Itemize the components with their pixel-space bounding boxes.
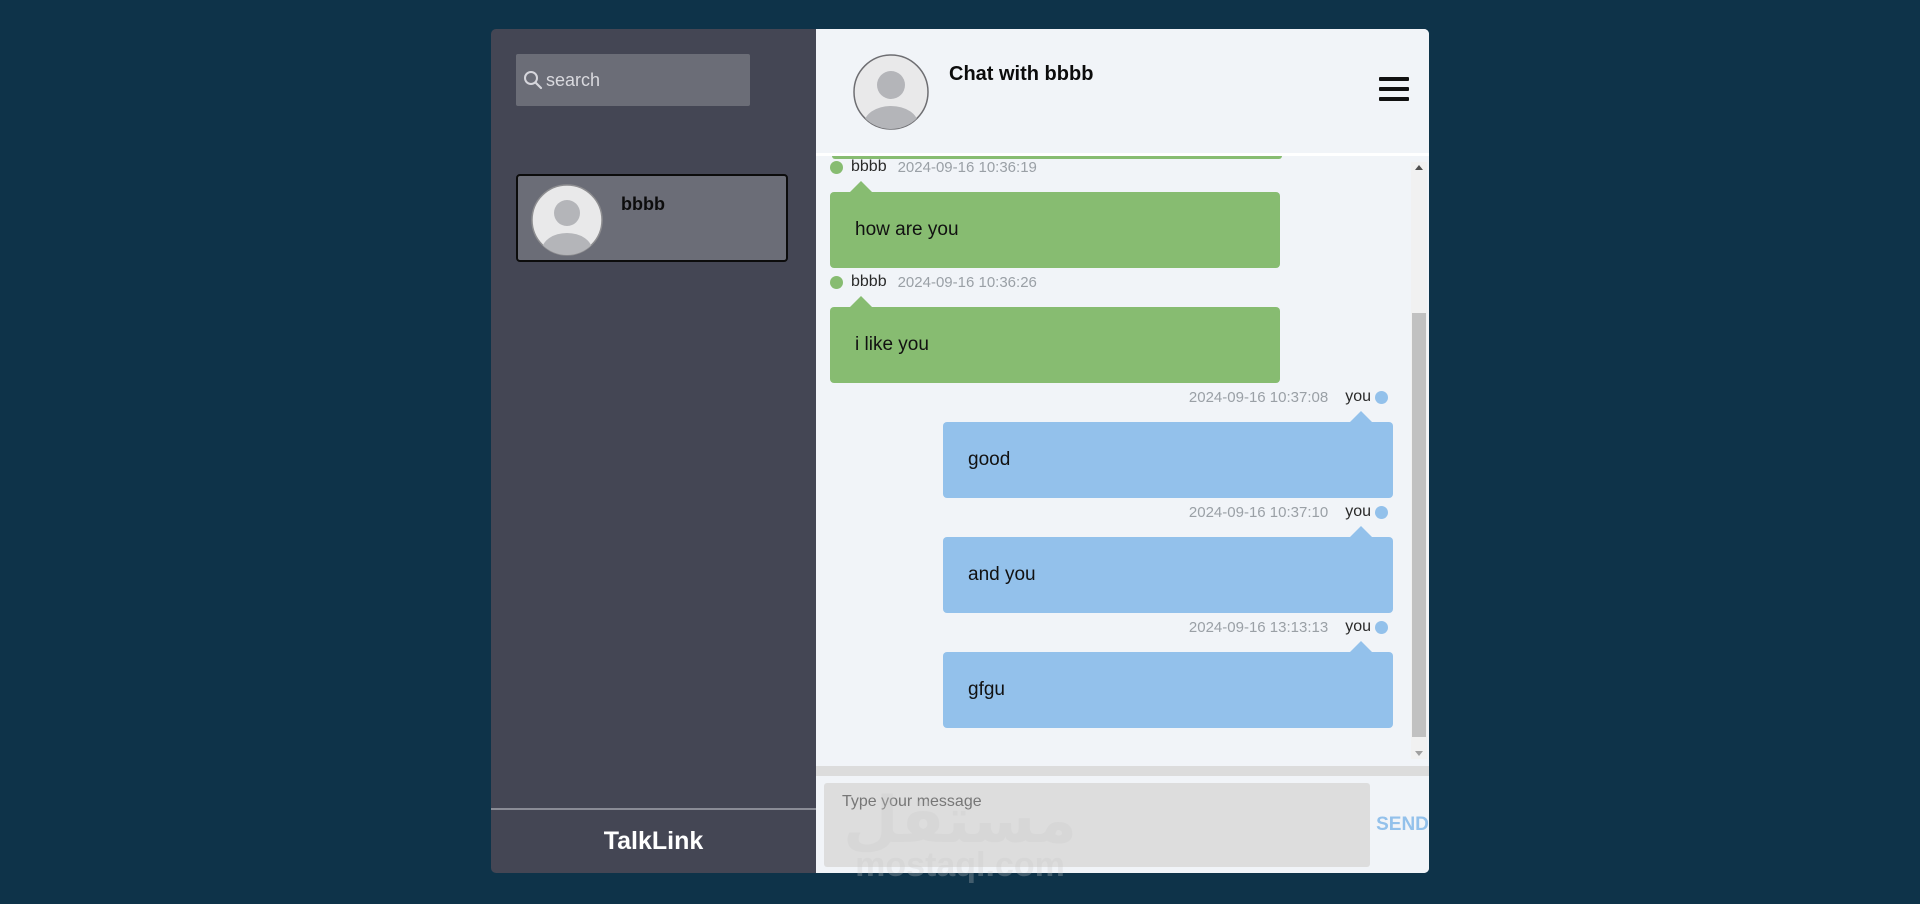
message-bubble: gfgu	[943, 641, 1393, 728]
sender-dot-icon	[830, 275, 843, 289]
message-bubble: how are you	[830, 181, 1280, 268]
scroll-up-icon[interactable]	[1415, 165, 1423, 170]
search-box[interactable]	[516, 54, 750, 106]
contact-name: bbbb	[621, 194, 665, 214]
message-meta: bbbb 2024-09-16 10:36:26	[830, 271, 1037, 293]
hamburger-menu-icon[interactable]	[1379, 77, 1409, 103]
message-sender: you	[1345, 503, 1371, 520]
message-sender: bbbb	[851, 158, 887, 175]
message-time: 2024-09-16 10:37:08	[1188, 388, 1329, 406]
sender-dot-icon	[1375, 390, 1388, 404]
chat-app-window: bbbb TalkLink Chat with bbbb	[491, 29, 1429, 873]
chat-panel: Chat with bbbb bbbb 2024-09-16 10:36:19 …	[816, 29, 1429, 873]
message-bubble: i like you	[830, 296, 1280, 383]
message-input[interactable]	[824, 783, 1370, 867]
message-bubble: good	[943, 411, 1393, 498]
chat-title: Chat with bbbb	[949, 63, 1094, 85]
sender-dot-icon	[1375, 620, 1388, 634]
message-sender: bbbb	[851, 273, 887, 290]
message-meta: bbbb 2024-09-16 10:36:19	[830, 156, 1037, 178]
avatar-placeholder-icon	[531, 184, 603, 256]
message-list: bbbb 2024-09-16 10:36:19 how are you bbb…	[816, 156, 1406, 757]
message-scrollbar[interactable]	[1411, 162, 1427, 759]
scroll-down-icon[interactable]	[1415, 751, 1423, 756]
message-time: 2024-09-16 10:36:26	[897, 273, 1037, 291]
brand-name: TalkLink	[603, 827, 704, 855]
message-time: 2024-09-16 13:13:13	[1188, 618, 1329, 636]
message-sender: you	[1345, 388, 1371, 405]
message-item: bbbb 2024-09-16 10:36:26 i like you	[816, 271, 1406, 386]
send-button[interactable]: SEND	[1376, 812, 1429, 838]
message-sender: you	[1345, 618, 1371, 635]
message-composer: SEND	[816, 776, 1429, 873]
contact-item[interactable]: bbbb	[516, 174, 788, 262]
message-item: 2024-09-16 10:37:08 you good	[816, 386, 1406, 501]
message-item: 2024-09-16 10:37:10 you and you	[816, 501, 1406, 616]
message-meta: 2024-09-16 10:37:10 you	[1189, 501, 1388, 523]
message-meta: 2024-09-16 13:13:13 you	[1189, 616, 1388, 638]
sidebar: bbbb TalkLink	[491, 29, 816, 873]
search-icon	[522, 69, 544, 91]
composer-divider	[816, 766, 1429, 776]
search-input[interactable]	[544, 69, 736, 91]
message-time: 2024-09-16 10:36:19	[897, 158, 1037, 176]
message-item: 2024-09-16 13:13:13 you gfgu	[816, 616, 1406, 731]
chat-header: Chat with bbbb	[816, 29, 1429, 153]
avatar-placeholder-icon	[853, 54, 929, 130]
scrollbar-thumb[interactable]	[1412, 313, 1426, 737]
message-time: 2024-09-16 10:37:10	[1188, 503, 1329, 521]
message-meta: 2024-09-16 10:37:08 you	[1189, 386, 1388, 408]
sender-dot-icon	[830, 160, 843, 174]
message-item: bbbb 2024-09-16 10:36:19 how are you	[816, 156, 1406, 271]
sender-dot-icon	[1375, 505, 1388, 519]
message-bubble: and you	[943, 526, 1393, 613]
